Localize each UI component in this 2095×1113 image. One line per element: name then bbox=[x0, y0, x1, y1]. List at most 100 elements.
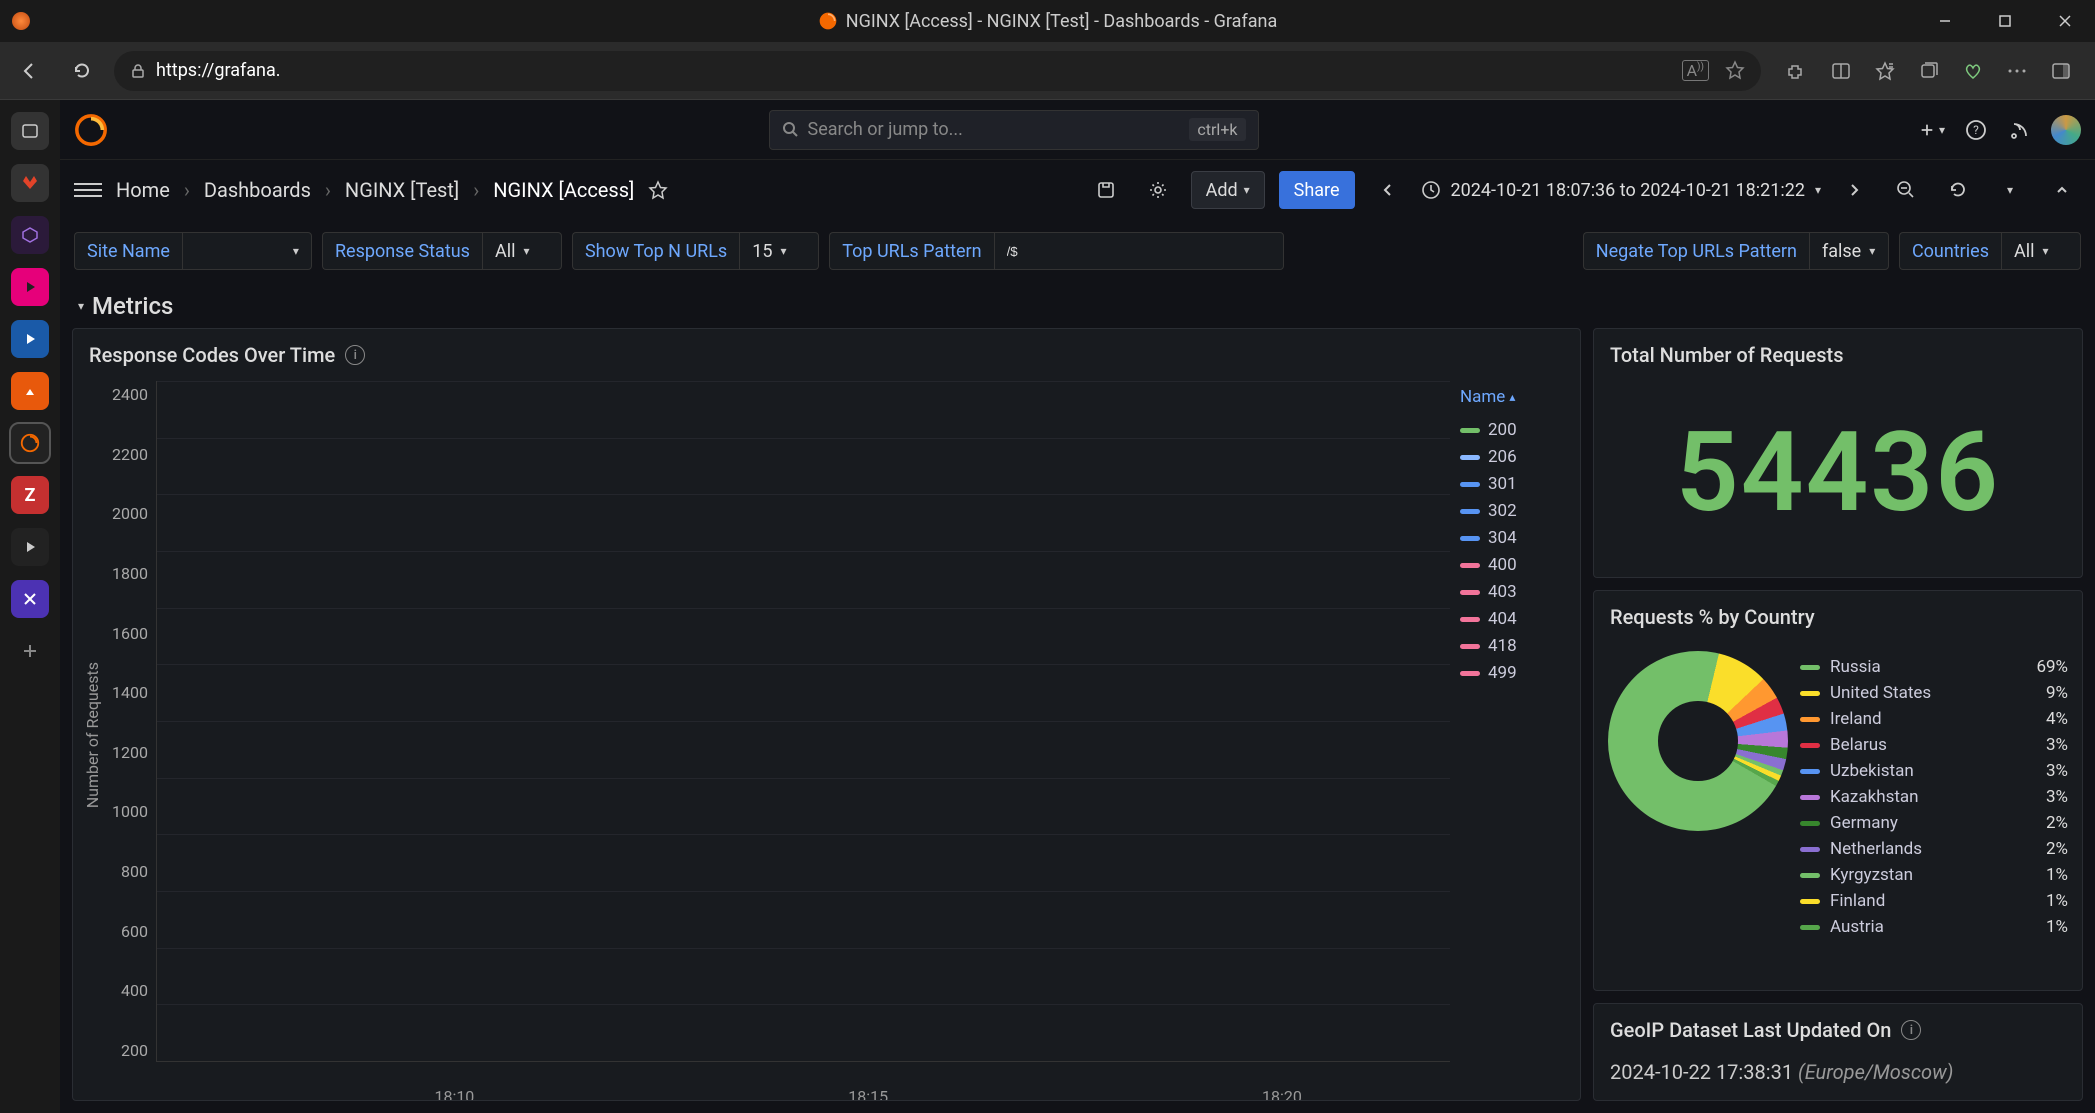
settings-icon[interactable] bbox=[1139, 171, 1177, 209]
search-icon bbox=[782, 121, 800, 139]
collections-icon[interactable] bbox=[1915, 57, 1943, 85]
grafana-icon bbox=[818, 11, 838, 31]
grafana-app: Search or jump to... ctrl+k ▾ ? Home › D… bbox=[60, 100, 2095, 1113]
country-row[interactable]: Finland1% bbox=[1800, 891, 2068, 911]
country-row[interactable]: Netherlands2% bbox=[1800, 839, 2068, 859]
y-axis-label: Number of Requests bbox=[79, 662, 106, 808]
star-icon[interactable] bbox=[648, 180, 668, 200]
section-metrics[interactable]: ▾ Metrics bbox=[60, 282, 2095, 328]
country-row[interactable]: Ireland4% bbox=[1800, 709, 2068, 729]
var-label-urlpattern: Top URLs Pattern bbox=[829, 232, 993, 270]
panel-country: Requests % by Country Russia69%United St… bbox=[1593, 590, 2083, 991]
info-icon[interactable]: i bbox=[345, 345, 365, 365]
total-number-value: 54436 bbox=[1594, 381, 2082, 577]
app-icon-z[interactable]: Z bbox=[11, 476, 49, 514]
app-icon-x[interactable] bbox=[11, 580, 49, 618]
help-icon[interactable]: ? bbox=[1963, 117, 1989, 143]
refresh-interval[interactable]: ▾ bbox=[1991, 171, 2029, 209]
os-sidebar: Z bbox=[0, 100, 60, 1113]
save-dashboard-icon[interactable] bbox=[1087, 171, 1125, 209]
var-select-response-status[interactable]: All▾ bbox=[482, 232, 562, 270]
breadcrumb-folder[interactable]: NGINX [Test] bbox=[345, 178, 459, 202]
zoom-out-icon[interactable] bbox=[1887, 171, 1925, 209]
geoip-timestamp: 2024-10-22 17:38:31 bbox=[1610, 1060, 1793, 1084]
country-row[interactable]: Belarus3% bbox=[1800, 735, 2068, 755]
legend-item[interactable]: 200 bbox=[1460, 420, 1560, 440]
legend-item[interactable]: 301 bbox=[1460, 474, 1560, 494]
collapse-icon[interactable] bbox=[2043, 171, 2081, 209]
address-bar[interactable]: https://grafana. A)) bbox=[114, 51, 1761, 91]
legend-item[interactable]: 418 bbox=[1460, 636, 1560, 656]
app-icon-add[interactable] bbox=[11, 632, 49, 670]
add-menu[interactable]: ▾ bbox=[1919, 117, 1945, 143]
var-label-topn: Show Top N URLs bbox=[572, 232, 739, 270]
heart-icon[interactable] bbox=[1959, 57, 1987, 85]
window-minimize[interactable] bbox=[1915, 0, 1975, 42]
share-button[interactable]: Share bbox=[1279, 171, 1355, 209]
country-row[interactable]: Austria1% bbox=[1800, 917, 2068, 937]
app-icon-play1[interactable] bbox=[11, 268, 49, 306]
var-select-topn[interactable]: 15▾ bbox=[739, 232, 819, 270]
refresh-button[interactable] bbox=[62, 51, 102, 91]
add-button[interactable]: Add ▾ bbox=[1191, 171, 1265, 209]
var-select-negate[interactable]: false▾ bbox=[1809, 232, 1889, 270]
legend-item[interactable]: 403 bbox=[1460, 582, 1560, 602]
app-icon-grafana[interactable] bbox=[11, 424, 49, 462]
breadcrumb-dashboards[interactable]: Dashboards bbox=[204, 178, 311, 202]
country-donut[interactable] bbox=[1608, 651, 1788, 831]
reader-icon[interactable]: A)) bbox=[1682, 60, 1709, 81]
legend-item[interactable]: 304 bbox=[1460, 528, 1560, 548]
y-ticks: 2400220020001800160014001200100080060040… bbox=[106, 381, 156, 1090]
refresh-dashboard-icon[interactable] bbox=[1939, 171, 1977, 209]
info-icon[interactable]: i bbox=[1901, 1020, 1921, 1040]
favorites-icon[interactable] bbox=[1871, 57, 1899, 85]
app-icon-play3[interactable] bbox=[11, 528, 49, 566]
more-icon[interactable] bbox=[2003, 57, 2031, 85]
breadcrumb-dashboard[interactable]: NGINX [Access] bbox=[493, 178, 634, 202]
favorite-icon[interactable] bbox=[1725, 60, 1745, 80]
panel-title-total: Total Number of Requests bbox=[1610, 343, 1844, 367]
window-maximize[interactable] bbox=[1975, 0, 2035, 42]
search-input[interactable]: Search or jump to... ctrl+k bbox=[769, 110, 1259, 150]
search-placeholder: Search or jump to... bbox=[808, 119, 963, 140]
time-range-picker[interactable]: 2024-10-21 18:07:36 to 2024-10-21 18:21:… bbox=[1421, 180, 1821, 201]
news-icon[interactable] bbox=[2007, 117, 2033, 143]
country-row[interactable]: Russia69% bbox=[1800, 657, 2068, 677]
app-icon-files[interactable] bbox=[11, 112, 49, 150]
menu-toggle[interactable] bbox=[74, 183, 102, 197]
legend-item[interactable]: 404 bbox=[1460, 609, 1560, 629]
app-icon-gitlab[interactable] bbox=[11, 164, 49, 202]
time-next[interactable] bbox=[1835, 171, 1873, 209]
country-row[interactable]: Germany2% bbox=[1800, 813, 2068, 833]
app-icon-purple[interactable] bbox=[11, 216, 49, 254]
var-input-urlpattern[interactable] bbox=[994, 232, 1284, 270]
country-row[interactable]: United States9% bbox=[1800, 683, 2068, 703]
legend-item[interactable]: 302 bbox=[1460, 501, 1560, 521]
browser-toolbar: https://grafana. A)) bbox=[0, 42, 2095, 100]
panel-title-codes: Response Codes Over Time bbox=[89, 343, 335, 367]
svg-text:?: ? bbox=[1973, 123, 1979, 137]
legend-item[interactable]: 206 bbox=[1460, 447, 1560, 467]
country-row[interactable]: Uzbekistan3% bbox=[1800, 761, 2068, 781]
legend-item[interactable]: 400 bbox=[1460, 555, 1560, 575]
user-avatar[interactable] bbox=[2051, 115, 2081, 145]
extensions-icon[interactable] bbox=[1783, 57, 1811, 85]
os-app-icon bbox=[12, 12, 30, 30]
chart-plot[interactable]: 18:1018:1518:20 bbox=[156, 381, 1450, 1062]
lock-icon bbox=[130, 63, 146, 79]
back-button[interactable] bbox=[10, 51, 50, 91]
time-prev[interactable] bbox=[1369, 171, 1407, 209]
country-row[interactable]: Kazakhstan3% bbox=[1800, 787, 2068, 807]
legend-item[interactable]: 499 bbox=[1460, 663, 1560, 683]
country-row[interactable]: Kyrgyzstan1% bbox=[1800, 865, 2068, 885]
window-close[interactable] bbox=[2035, 0, 2095, 42]
legend-header[interactable]: Name ▴ bbox=[1460, 387, 1515, 407]
geoip-tz: (Europe/Moscow) bbox=[1798, 1060, 1953, 1084]
breadcrumb-home[interactable]: Home bbox=[116, 178, 170, 202]
app-icon-orange[interactable] bbox=[11, 372, 49, 410]
split-icon[interactable] bbox=[1827, 57, 1855, 85]
var-select-sitename[interactable]: ▾ bbox=[182, 232, 312, 270]
sidebar-toggle-icon[interactable] bbox=[2047, 57, 2075, 85]
var-select-countries[interactable]: All▾ bbox=[2001, 232, 2081, 270]
app-icon-play2[interactable] bbox=[11, 320, 49, 358]
